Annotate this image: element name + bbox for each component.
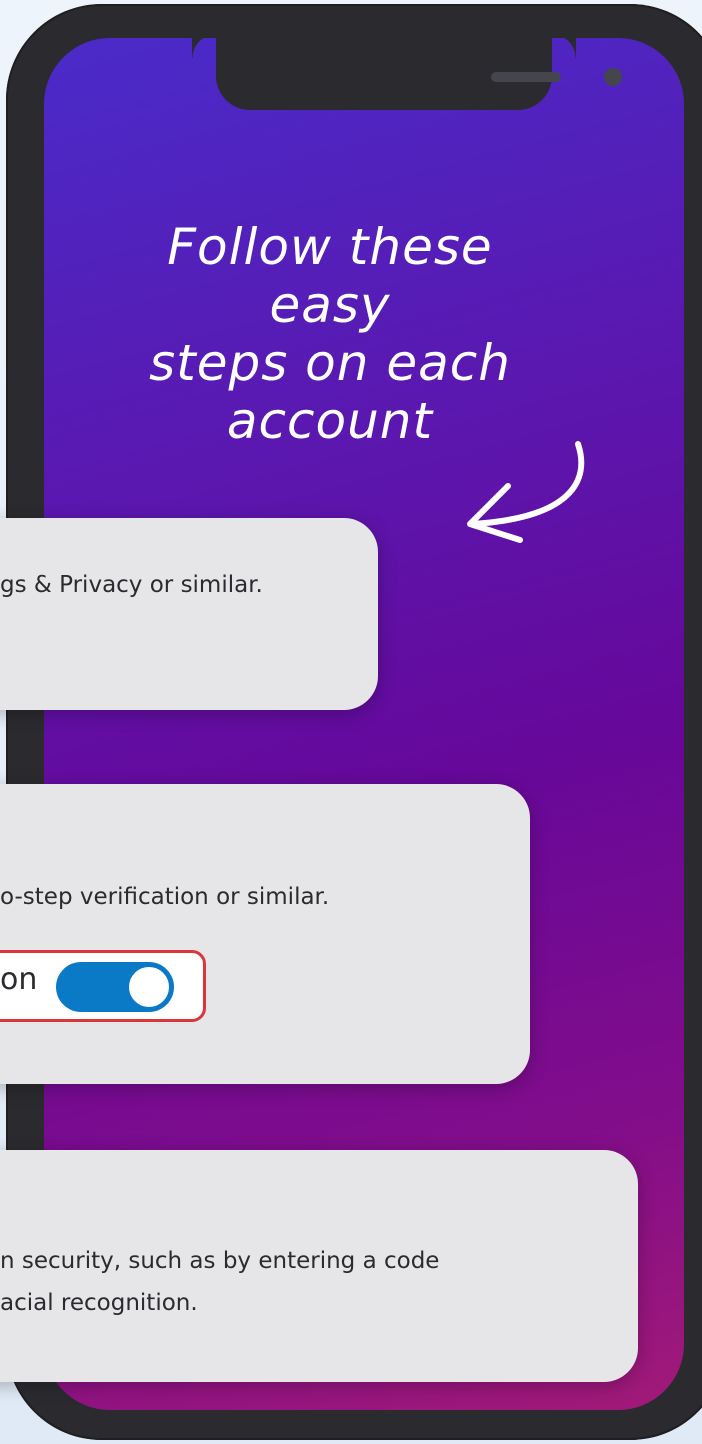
step-card-privacy: [0, 518, 378, 710]
step-card-privacy-text: gs & Privacy or similar.: [0, 572, 263, 598]
headline-line-2: steps on each: [149, 334, 511, 392]
step-card-verification-text: o-step verification or similar.: [0, 884, 330, 910]
front-camera: [604, 68, 622, 86]
step-card-security-line-1: n security, such as by entering a code: [0, 1248, 440, 1274]
headline: Follow these easy steps on each account: [100, 218, 560, 450]
speaker-grille: [491, 72, 561, 82]
phone-notch: [216, 38, 622, 110]
toggle-knob: [127, 965, 171, 1009]
curved-arrow-icon: [467, 441, 585, 543]
headline-line-1: Follow these easy: [167, 218, 493, 334]
two-step-toggle[interactable]: [56, 962, 174, 1012]
step-card-security-line-2: acial recognition.: [0, 1290, 198, 1316]
stage: Follow these easy steps on each account …: [0, 0, 702, 1444]
step-card-verification: [0, 784, 530, 1084]
toggle-label: on: [0, 962, 38, 997]
